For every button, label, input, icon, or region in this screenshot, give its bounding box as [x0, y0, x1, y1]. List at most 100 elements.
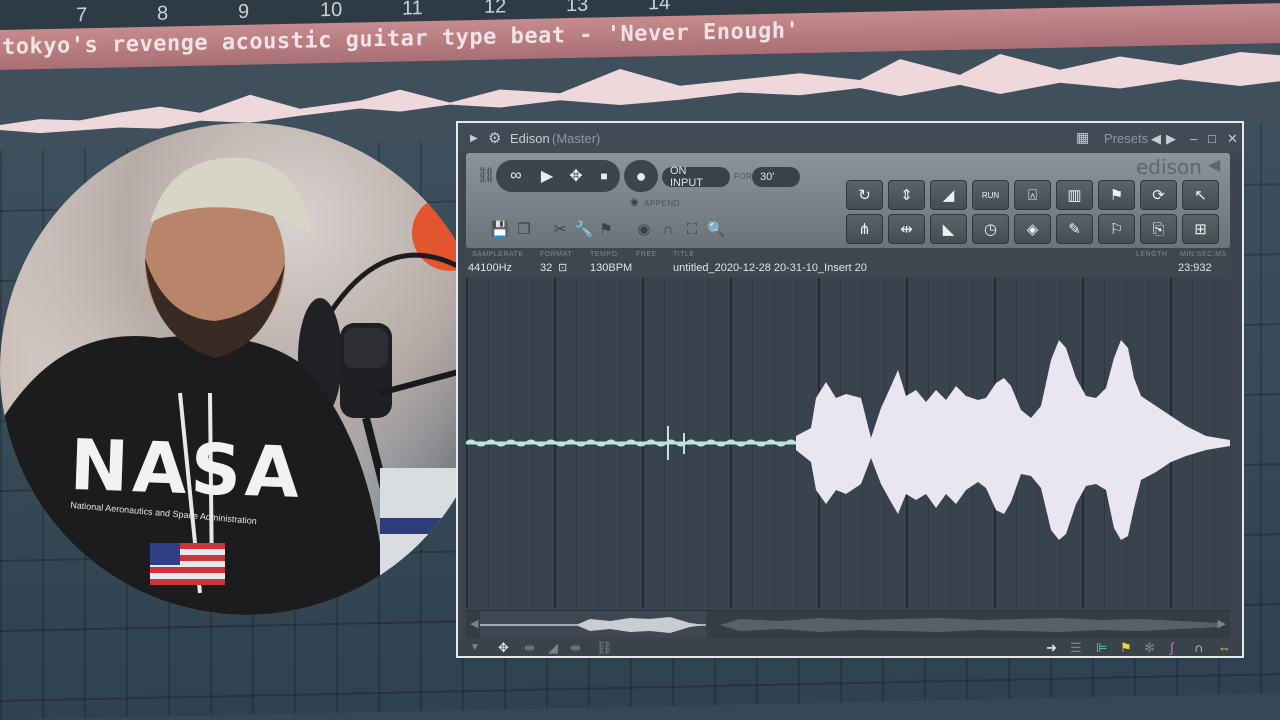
- fade-in-icon[interactable]: ◢: [930, 180, 967, 210]
- record-icon[interactable]: ●: [627, 162, 655, 190]
- edison-logo: edison: [1136, 155, 1202, 179]
- spectrum-icon[interactable]: ▥: [1056, 180, 1093, 210]
- loop-icon[interactable]: ∞: [502, 162, 530, 190]
- minsecms-label: MIN:SEC:MS: [1180, 251, 1227, 258]
- grid-menu-icon[interactable]: ▦: [1076, 129, 1089, 146]
- copy-icon[interactable]: ❐: [514, 219, 534, 239]
- ruler-number: 10: [320, 0, 343, 22]
- ruler-number: 14: [648, 0, 671, 15]
- minimize-icon[interactable]: –: [1190, 131, 1197, 146]
- export-icon[interactable]: ⎘: [1140, 214, 1177, 244]
- append-radio-icon[interactable]: ◉: [630, 197, 639, 208]
- arrow-right-icon[interactable]: ➜: [1046, 640, 1057, 656]
- swap-icon[interactable]: ⇔: [1218, 640, 1231, 655]
- append-label[interactable]: APPEND: [644, 199, 680, 208]
- reverse-icon[interactable]: ↻: [846, 180, 883, 210]
- format-value[interactable]: 32: [540, 262, 552, 274]
- samplerate-value[interactable]: 44100Hz: [468, 262, 512, 274]
- format-icon[interactable]: ⊡: [558, 261, 567, 274]
- ruler-number: 13: [566, 0, 589, 17]
- trim-icon[interactable]: ⇹: [888, 214, 925, 244]
- zoom-icon[interactable]: 🔍: [706, 219, 726, 239]
- wrench-icon[interactable]: 🔧: [574, 219, 594, 239]
- scroll-right-icon[interactable]: ▶: [1218, 617, 1226, 630]
- record-duration-dropdown[interactable]: 30': [752, 167, 800, 187]
- window-title: Edison: [510, 131, 550, 146]
- snap-tool-icon[interactable]: ⇼: [524, 640, 535, 656]
- refresh-icon[interactable]: ⟳: [1140, 180, 1177, 210]
- run-script-button[interactable]: RUN: [972, 180, 1009, 210]
- stop-icon[interactable]: ■: [590, 162, 618, 190]
- options-arrow-icon[interactable]: ▼: [470, 642, 480, 653]
- tempo-label: TEMPO: [590, 251, 618, 258]
- info-bar: SAMPLERATE 44100Hz FORMAT 32 ⊡ TEMPO 130…: [466, 248, 1230, 278]
- window-title-suffix: (Master): [552, 131, 601, 146]
- edison-titlebar[interactable]: ▶ ⚙ Edison (Master) ▦ Presets ◀ ▶ – □ ✕: [458, 123, 1242, 153]
- play-icon[interactable]: ▶: [533, 162, 561, 190]
- tool-grid: ↻ ⇕ ◢ RUN ⍓ ▥ ⚑ ⟳ ↖ ⋔ ⇹ ◣ ◷ ◈ ✎ ⚐ ⎘ ⊞: [846, 180, 1220, 246]
- drag-icon[interactable]: ↖: [1182, 180, 1219, 210]
- marker-tool-icon[interactable]: ⚐: [1098, 214, 1135, 244]
- window-menu-arrow-icon[interactable]: ▶: [470, 133, 478, 144]
- length-value: 23:932: [1178, 262, 1212, 274]
- move-tool-icon[interactable]: ✥: [498, 640, 509, 656]
- cut-icon[interactable]: ✂: [550, 219, 570, 239]
- curve-icon[interactable]: ∫: [1170, 640, 1174, 655]
- shirt-logo-text: NASA: [68, 423, 305, 515]
- link-tool-icon[interactable]: ⛓: [596, 640, 613, 656]
- view-icon[interactable]: ◉: [634, 219, 654, 239]
- snowflake-icon[interactable]: ✻: [1144, 640, 1155, 656]
- split-icon[interactable]: ⋔: [846, 214, 883, 244]
- clock-icon[interactable]: ◷: [972, 214, 1009, 244]
- drop-icon[interactable]: ◈: [1014, 214, 1051, 244]
- ruler-number: 9: [238, 0, 250, 24]
- ruler-number: 8: [157, 2, 169, 25]
- gear-icon[interactable]: ⚙: [488, 129, 501, 147]
- magnet-icon[interactable]: ∩: [658, 219, 678, 239]
- select-icon[interactable]: ⛶: [682, 219, 702, 239]
- samplerate-label: SAMPLERATE: [472, 251, 524, 258]
- maximize-icon[interactable]: □: [1208, 131, 1216, 146]
- webcam-overlay: NASA National Aeronautics and Space Admi…: [0, 123, 492, 615]
- stretch-tool-icon[interactable]: ⇼: [570, 640, 581, 656]
- scroll-left-icon[interactable]: ◀: [470, 617, 478, 630]
- link-icon[interactable]: ⛓: [476, 165, 496, 185]
- save-icon[interactable]: 💾: [490, 219, 510, 239]
- ruler-number: 11: [402, 0, 423, 20]
- title-label: TITLE: [673, 251, 695, 258]
- pen-icon[interactable]: ✎: [1056, 214, 1093, 244]
- marker-icon[interactable]: ⚑: [596, 219, 616, 239]
- waveform-editor[interactable]: [466, 278, 1230, 608]
- ruler-number: 12: [484, 0, 507, 18]
- edison-toolbar: ⛓ ∞ ▶ ✥ ■ ● ON INPUT FOR 30' ◉ APPEND 💾 …: [466, 153, 1230, 248]
- align-icon[interactable]: ⊫: [1096, 640, 1107, 656]
- record-mode-dropdown[interactable]: ON INPUT: [662, 165, 730, 189]
- waveform-overview[interactable]: ◀ ▶: [466, 610, 1230, 639]
- waveform-graphic: [466, 340, 1230, 540]
- list-icon[interactable]: ☰: [1070, 640, 1082, 656]
- length-label: LENGTH: [1136, 251, 1168, 258]
- rocket-icon[interactable]: ⍓: [1014, 180, 1051, 210]
- presets-label[interactable]: Presets: [1104, 131, 1148, 146]
- free-label: FREE: [636, 251, 657, 258]
- speaker-icon[interactable]: ◀: [1208, 155, 1220, 175]
- format-label: FORMAT: [540, 251, 573, 258]
- add-marker-icon[interactable]: ⚑: [1098, 180, 1135, 210]
- normalize-icon[interactable]: ⇕: [888, 180, 925, 210]
- title-value[interactable]: untitled_2020-12-28 20-31-10_Insert 20: [673, 262, 867, 274]
- magnet-snap-icon[interactable]: ∩: [1194, 640, 1203, 655]
- presenter-illustration: [0, 157, 492, 615]
- run-label: RUN: [981, 190, 1000, 200]
- tempo-value[interactable]: 130BPM: [590, 262, 632, 274]
- close-icon[interactable]: ✕: [1227, 131, 1238, 147]
- flag-icon[interactable]: ⚑: [1120, 640, 1132, 656]
- edison-window: ▶ ⚙ Edison (Master) ▦ Presets ◀ ▶ – □ ✕ …: [456, 121, 1244, 658]
- fade-out-icon[interactable]: ◣: [930, 214, 967, 244]
- slope-tool-icon[interactable]: ◢: [548, 640, 558, 656]
- ruler-number: 7: [76, 4, 88, 27]
- preset-next-icon[interactable]: ▶: [1166, 131, 1176, 147]
- for-label: FOR: [734, 172, 753, 181]
- preset-prev-icon[interactable]: ◀: [1151, 131, 1161, 147]
- send-to-icon[interactable]: ⊞: [1182, 214, 1219, 244]
- loop-play-icon[interactable]: ✥: [562, 162, 590, 190]
